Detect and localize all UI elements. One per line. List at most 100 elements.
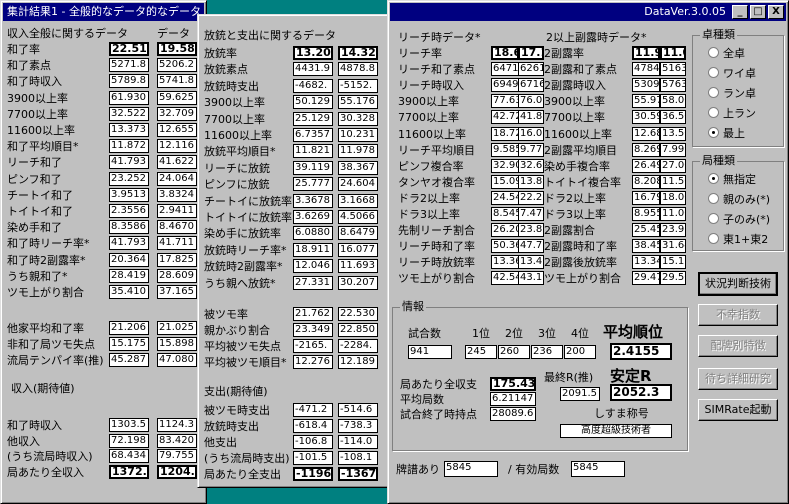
- stat-value-a: 13.373: [109, 123, 149, 137]
- radio-label: 最上: [723, 127, 745, 140]
- stat-value-a: 26.49: [632, 158, 660, 173]
- stat-label: 放銃時支出: [204, 420, 259, 433]
- avg-rank-label: 平均順位: [603, 323, 664, 341]
- stat-label: 染め手和了: [7, 221, 62, 235]
- stat-value-a: 26.20: [491, 223, 519, 238]
- rank-4-value: 200: [564, 345, 596, 359]
- stat-value-b: 12.655: [157, 123, 197, 137]
- stat-value-b: 24.064: [157, 171, 197, 186]
- stat-value-a: 13.36: [491, 255, 519, 270]
- stat-value-b: 28.609: [157, 268, 197, 283]
- stat-value-a: 3.6269: [293, 210, 333, 224]
- radio-icon: [708, 233, 719, 244]
- situation-judgment-button[interactable]: 状況判断技術: [698, 272, 778, 296]
- stat-value-a: 11.821: [293, 144, 333, 159]
- stat-value-a: 5789.8: [109, 74, 149, 89]
- stat-value-a: 21.206: [109, 321, 149, 335]
- stable-r-value: 2052.3: [610, 384, 672, 401]
- minimize-button[interactable]: _: [732, 5, 748, 19]
- stat-label: 和了時収入: [7, 75, 62, 89]
- maximize-button[interactable]: □: [750, 5, 766, 19]
- stat-label: 放銃平均順目*: [204, 145, 276, 159]
- stat-label: 放銃時2副露率*: [204, 260, 283, 274]
- radio-option[interactable]: 最上: [708, 127, 745, 140]
- stat-label: 和了平均順目*: [7, 140, 79, 154]
- stat-value-b: 47.75: [518, 239, 544, 254]
- wait-research-button[interactable]: 待ち詳細研究: [698, 368, 778, 390]
- stat-value-b: 24.604: [338, 177, 378, 192]
- stat-label: 他支出: [204, 436, 237, 449]
- stat-label: 和了時2副露率*: [7, 253, 86, 267]
- stat-label: 7700以上率: [398, 111, 459, 125]
- stat-value-a: 45.287: [109, 353, 149, 367]
- stat-value-a: 4784: [632, 62, 660, 77]
- stat-value-a: 42.54: [491, 271, 519, 286]
- radio-option[interactable]: 全卓: [708, 47, 745, 60]
- stat-value-b: 47.080: [157, 353, 197, 367]
- stat-label: 7700以上率: [204, 112, 265, 126]
- radio-option[interactable]: ワイ卓: [708, 67, 756, 80]
- stat-value-b: 11.50: [660, 174, 686, 189]
- radio-label: 上ラン: [723, 107, 756, 120]
- stat-label: 局あたり全支出: [204, 468, 281, 481]
- stat-value-a: 8.955: [632, 207, 660, 221]
- radio-option[interactable]: 無指定: [708, 173, 756, 186]
- stat-label: 11600以上率: [204, 129, 272, 142]
- stat-label: チートイ和了: [7, 188, 73, 202]
- stat-value-a: 6949: [491, 78, 519, 93]
- stat-value-a: 27.331: [293, 275, 333, 290]
- stat-label: 7700以上率: [544, 111, 605, 125]
- radio-icon: [708, 87, 719, 98]
- stat-value-b: 43.16: [518, 271, 544, 286]
- stat-value-a: 25.777: [293, 177, 333, 192]
- stat-value-a: 8.269: [632, 142, 660, 157]
- radio-icon: [708, 107, 719, 118]
- stat-value-b: -514.6: [338, 403, 378, 417]
- stat-value-b: 6716: [518, 78, 544, 93]
- avg-rank-value: 2.4155: [610, 343, 672, 360]
- radio-option[interactable]: 上ラン: [708, 107, 756, 120]
- stat-value-a: 6471.: [491, 62, 519, 77]
- misfortune-index-button[interactable]: 不幸指数: [698, 304, 778, 326]
- stat-value-b: -114.0: [338, 435, 378, 449]
- deal-feature-button[interactable]: 配牌別特徴: [698, 335, 778, 357]
- radio-icon: [708, 193, 719, 204]
- stat-value-a: 50.36: [491, 239, 519, 254]
- furo-section-title: 2以上副露時データ*: [546, 31, 647, 44]
- radio-option[interactable]: ラン卓: [708, 87, 756, 100]
- valid-value: 5845: [571, 461, 625, 477]
- radio-option[interactable]: 親のみ(*): [708, 193, 770, 206]
- stat-value-a: -4682.: [293, 78, 333, 93]
- close-button[interactable]: X: [768, 5, 784, 19]
- stat-value-a: 4431.9: [293, 62, 333, 77]
- radio-option[interactable]: 子のみ(*): [708, 213, 770, 226]
- stat-value-a: 15.09: [491, 174, 519, 189]
- simrate-button[interactable]: SIMRate起動: [698, 399, 778, 421]
- window-title: DataVer.3.0.05: [390, 3, 786, 21]
- stat-label: 放銃時支出: [204, 79, 259, 93]
- rank-2-value: 260: [498, 345, 530, 359]
- stat-value-b: 27.00: [660, 158, 686, 173]
- stat-value-b: 19.58: [157, 42, 197, 56]
- stat-label: 放銃率: [204, 47, 237, 60]
- stat-value-b: 4.5066: [338, 210, 378, 224]
- stat-value-b: 10.231: [338, 128, 378, 142]
- stat-value-a: 35.410: [109, 285, 149, 299]
- stat-label: 2副露時和了率: [544, 240, 617, 254]
- stat-value-b: 41.88: [518, 110, 544, 125]
- section-title: 収入(期待値): [11, 382, 75, 395]
- stat-value-b: -1367.: [338, 467, 378, 481]
- stat-value-a: 3.3678: [293, 193, 333, 208]
- stat-label: 染め手複合率: [544, 159, 610, 173]
- stat-value-b: -5152.: [338, 78, 378, 93]
- stat-label: 被ツモ時支出: [204, 404, 270, 417]
- stat-label: 2副露平均順目: [544, 143, 617, 157]
- stat-value-b: 15.15: [660, 255, 686, 270]
- stat-value-b: 9.771: [518, 142, 544, 157]
- section-title: 支出(期待値): [204, 385, 268, 398]
- stat-value-a: 5309: [632, 78, 660, 93]
- radio-option[interactable]: 東1+東2: [708, 233, 768, 246]
- radio-label: ラン卓: [723, 87, 756, 100]
- stat-value-b: 36.50: [660, 110, 686, 125]
- stat-label: ドラ3以上率: [398, 208, 460, 221]
